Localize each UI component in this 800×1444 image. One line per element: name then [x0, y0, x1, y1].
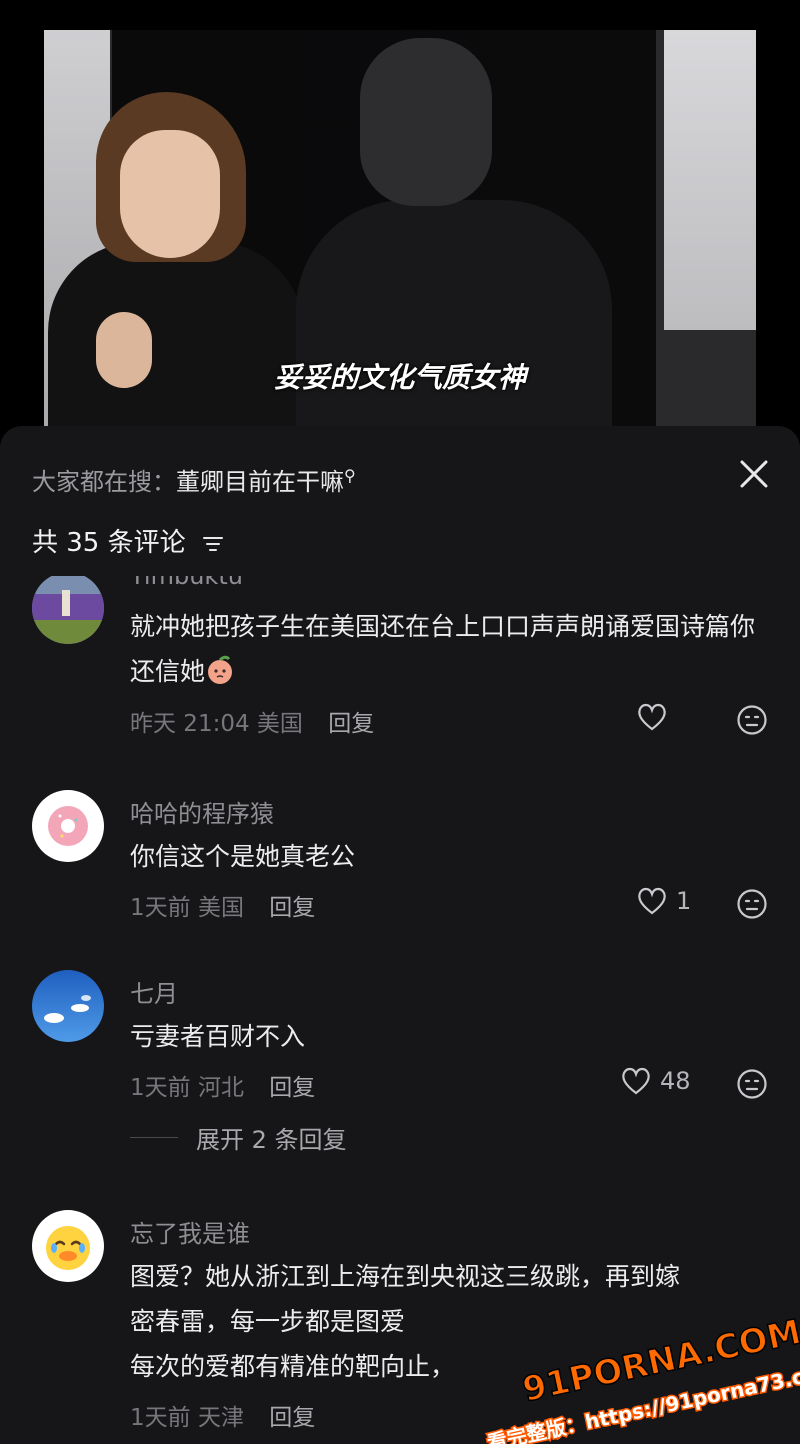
comment-time: 昨天 21:04 — [130, 711, 250, 737]
neutral-face-icon[interactable] — [736, 704, 768, 736]
expand-replies-button[interactable]: 展开 2 条回复 — [130, 1120, 347, 1155]
filter-icon[interactable] — [202, 535, 224, 553]
comment-time: 1天前 — [130, 1405, 191, 1431]
comment-location: 美国 — [256, 711, 303, 737]
heart-icon — [638, 703, 666, 731]
woman-figure-body — [48, 242, 304, 440]
comment-location: 河北 — [197, 1075, 244, 1101]
comment-meta: 昨天 21:04 美国 回复 — [130, 704, 374, 738]
avatar[interactable] — [32, 790, 104, 862]
avatar[interactable] — [32, 970, 104, 1042]
reply-button[interactable]: 回复 — [269, 1405, 315, 1431]
comment-time: 1天前 — [130, 895, 191, 921]
video-player[interactable]: 妥妥的文化气质女神 — [0, 0, 800, 440]
reply-button[interactable]: 回复 — [328, 711, 374, 737]
comment-text: 亏妻者百财不入 — [130, 1022, 306, 1051]
comment-count-label: 共 35 条评论 — [32, 528, 186, 558]
comment-text: 图爱？她从浙江到上海在到央视这三级跳，再到嫁 密春雷，每一步都是图爱 每次的爱都… — [130, 1254, 770, 1389]
comment-text-line: 图爱？她从浙江到上海在到央视这三级跳，再到嫁 — [130, 1262, 681, 1291]
comment-list[interactable]: Timbuktu 就冲她把孩子生在美国还在台上口口声声朗诵爱国诗篇你还信她 昨天… — [0, 576, 800, 1444]
expand-divider — [130, 1137, 178, 1138]
expand-replies-label: 展开 2 条回复 — [196, 1126, 347, 1154]
search-suggestion-prefix: 大家都在搜： — [32, 468, 176, 496]
like-count: 48 — [660, 1067, 691, 1095]
heart-icon — [622, 1067, 650, 1095]
close-icon[interactable] — [734, 454, 774, 494]
avatar[interactable] — [32, 576, 104, 644]
comment-text: 你信这个是她真老公 — [130, 842, 356, 871]
woman-figure-face — [120, 130, 220, 258]
man-figure-body — [296, 200, 612, 440]
heart-icon — [638, 887, 666, 915]
backdrop-panel-right — [664, 30, 756, 330]
peach-emoji-icon — [208, 655, 233, 684]
comment-text-line: 每次的爱都有精准的靶向止， — [130, 1352, 456, 1381]
search-icon: ⚲ — [344, 466, 356, 485]
comment-username[interactable]: Timbuktu — [130, 576, 243, 590]
man-figure-head — [360, 38, 492, 206]
search-suggestion-term[interactable]: 董卿目前在干嘛 — [176, 468, 344, 496]
comment-text: 就冲她把孩子生在美国还在台上口口声声朗诵爱国诗篇你还信她 — [130, 604, 770, 694]
search-suggestion[interactable]: 大家都在搜：董卿目前在干嘛⚲ — [32, 462, 356, 497]
avatar[interactable] — [32, 1210, 104, 1282]
comment-meta: 1天前 天津 回复 — [130, 1398, 315, 1432]
comment-username[interactable]: 七月 — [130, 974, 178, 1009]
comment-location: 天津 — [197, 1405, 244, 1431]
comment-username[interactable]: 哈哈的程序猿 — [130, 794, 274, 829]
reply-button[interactable]: 回复 — [269, 895, 315, 921]
comment-username[interactable]: 忘了我是谁 — [130, 1214, 250, 1249]
comment-location: 美国 — [197, 895, 244, 921]
comment-text-line: 密春雷，每一步都是图爱 — [130, 1307, 406, 1336]
like-button[interactable] — [636, 702, 668, 732]
neutral-face-icon[interactable] — [736, 1068, 768, 1100]
like-button[interactable]: 48 — [620, 1066, 691, 1096]
comment-meta: 1天前 美国 回复 — [130, 888, 315, 922]
like-button[interactable]: 1 — [636, 886, 691, 916]
comment-meta: 1天前 河北 回复 — [130, 1068, 315, 1102]
reply-button[interactable]: 回复 — [269, 1075, 315, 1101]
video-frame: 妥妥的文化气质女神 — [44, 30, 756, 440]
video-subtitle: 妥妥的文化气质女神 — [273, 361, 526, 394]
comment-time: 1天前 — [130, 1075, 191, 1101]
neutral-face-icon[interactable] — [736, 888, 768, 920]
comments-sheet: 大家都在搜：董卿目前在干嘛⚲ 共 35 条评论 Timbuktu 就冲她把孩子生… — [0, 426, 800, 1444]
comment-count: 共 35 条评论 — [32, 522, 224, 559]
like-count: 1 — [676, 887, 692, 915]
